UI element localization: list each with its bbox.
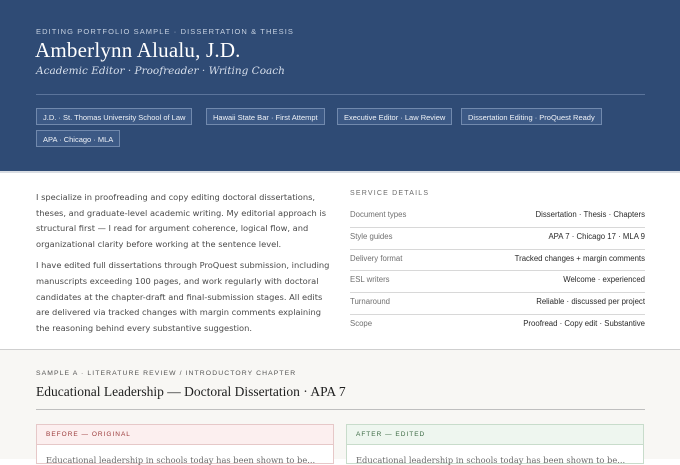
before-panel-label: BEFORE — ORIGINAL [37, 425, 333, 445]
detail-value: Proofread · Copy edit · Substantive [523, 318, 645, 328]
detail-row: ESL writers Welcome · experienced [350, 271, 645, 294]
credential-badge: Executive Editor · Law Review [337, 108, 453, 125]
editor-name: Amberlynn Alualu, J.D. [35, 38, 241, 62]
detail-label: Document types [350, 210, 407, 219]
header-banner: EDITING PORTFOLIO SAMPLE · DISSERTATION … [0, 0, 680, 171]
detail-row: Delivery format Tracked changes + margin… [350, 250, 645, 272]
detail-label: Delivery format [350, 253, 403, 263]
detail-label: Style guides [350, 231, 393, 241]
detail-row: Scope Proofread · Copy edit · Substantiv… [350, 315, 645, 336]
before-panel: BEFORE — ORIGINAL Educational leadership… [36, 424, 334, 465]
detail-row: Document types Dissertation · Thesis · C… [350, 206, 645, 228]
detail-value: Tracked changes + margin comments [514, 253, 645, 263]
sample-eyebrow: SAMPLE A · LITERATURE REVIEW / INTRODUCT… [36, 370, 297, 377]
credential-badge: J.D. · St. Thomas University School of L… [36, 108, 193, 125]
before-panel-text: Educational leadership in schools today … [46, 455, 316, 465]
detail-label: Turnaround [350, 297, 391, 307]
detail-value: Reliable · discussed per project [536, 297, 645, 307]
sample-divider [36, 409, 645, 410]
detail-value: APA 7 · Chicago 17 · MLA 9 [548, 231, 645, 241]
after-panel: AFTER — EDITED Educational leadership in… [346, 424, 644, 465]
credential-badge: APA · Chicago · MLA [36, 130, 121, 147]
intro-text: I specialize in proofreading and copy ed… [36, 190, 336, 342]
sample-title: Educational Leadership — Doctoral Disser… [36, 384, 346, 399]
service-details: SERVICE DETAILS Document types Dissertat… [350, 190, 645, 336]
detail-row: Turnaround Reliable · discussed per proj… [350, 293, 645, 315]
credential-badge: Dissertation Editing · ProQuest Ready [461, 108, 602, 125]
after-panel-label: AFTER — EDITED [347, 425, 643, 445]
detail-row: Style guides APA 7 · Chicago 17 · MLA 9 [350, 228, 645, 250]
detail-value: Welcome · experienced [563, 275, 645, 285]
intro-paragraph: I have edited full dissertations through… [36, 260, 330, 333]
credential-badge: Hawaii State Bar · First Attempt [206, 108, 325, 125]
detail-label: Scope [350, 318, 373, 328]
intro-paragraph: I specialize in proofreading and copy ed… [36, 192, 327, 249]
header-bottom-border [0, 171, 680, 173]
detail-value: Dissertation · Thesis · Chapters [535, 210, 645, 219]
header-divider [36, 94, 645, 95]
detail-label: ESL writers [350, 275, 390, 285]
header-eyebrow: EDITING PORTFOLIO SAMPLE · DISSERTATION … [36, 27, 294, 36]
after-panel-text: Educational leadership in schools today … [356, 455, 626, 465]
editor-tagline: Academic Editor · Proofreader · Writing … [36, 65, 285, 77]
service-details-title: SERVICE DETAILS [350, 190, 430, 197]
